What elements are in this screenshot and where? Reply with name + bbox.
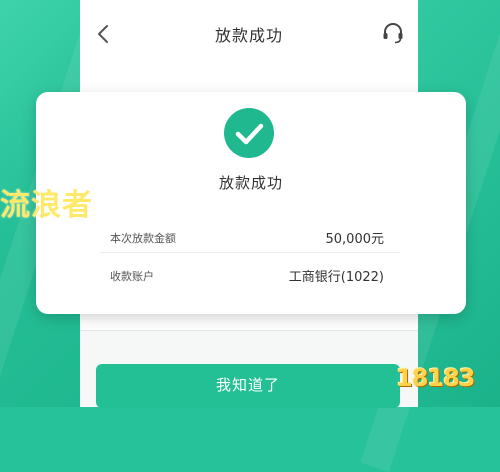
amount-value: 50,000元 bbox=[325, 232, 385, 247]
row-divider bbox=[100, 252, 400, 253]
headset-icon bbox=[383, 23, 403, 44]
confirm-button[interactable]: 我知道了 bbox=[96, 364, 400, 408]
check-circle-icon bbox=[235, 123, 264, 145]
nav-header: 放款成功 bbox=[80, 0, 418, 67]
success-card: 放款成功 本次放款金额 50,000元 收款账户 工商银行(1022) bbox=[36, 92, 466, 314]
watermark-right: 18183 bbox=[388, 344, 500, 404]
page-title: 放款成功 bbox=[214, 26, 283, 45]
success-text: 放款成功 bbox=[218, 174, 283, 192]
amount-label: 本次放款金额 bbox=[110, 232, 176, 245]
watermark-left: 流浪者 bbox=[0, 188, 93, 223]
success-badge bbox=[224, 108, 274, 158]
customer-service-button[interactable] bbox=[380, 20, 406, 46]
account-value: 工商银行(1022) bbox=[288, 270, 384, 285]
divider bbox=[80, 330, 418, 331]
watermark-right-text: 18183 bbox=[396, 364, 475, 392]
account-label: 收款账户 bbox=[110, 270, 154, 283]
